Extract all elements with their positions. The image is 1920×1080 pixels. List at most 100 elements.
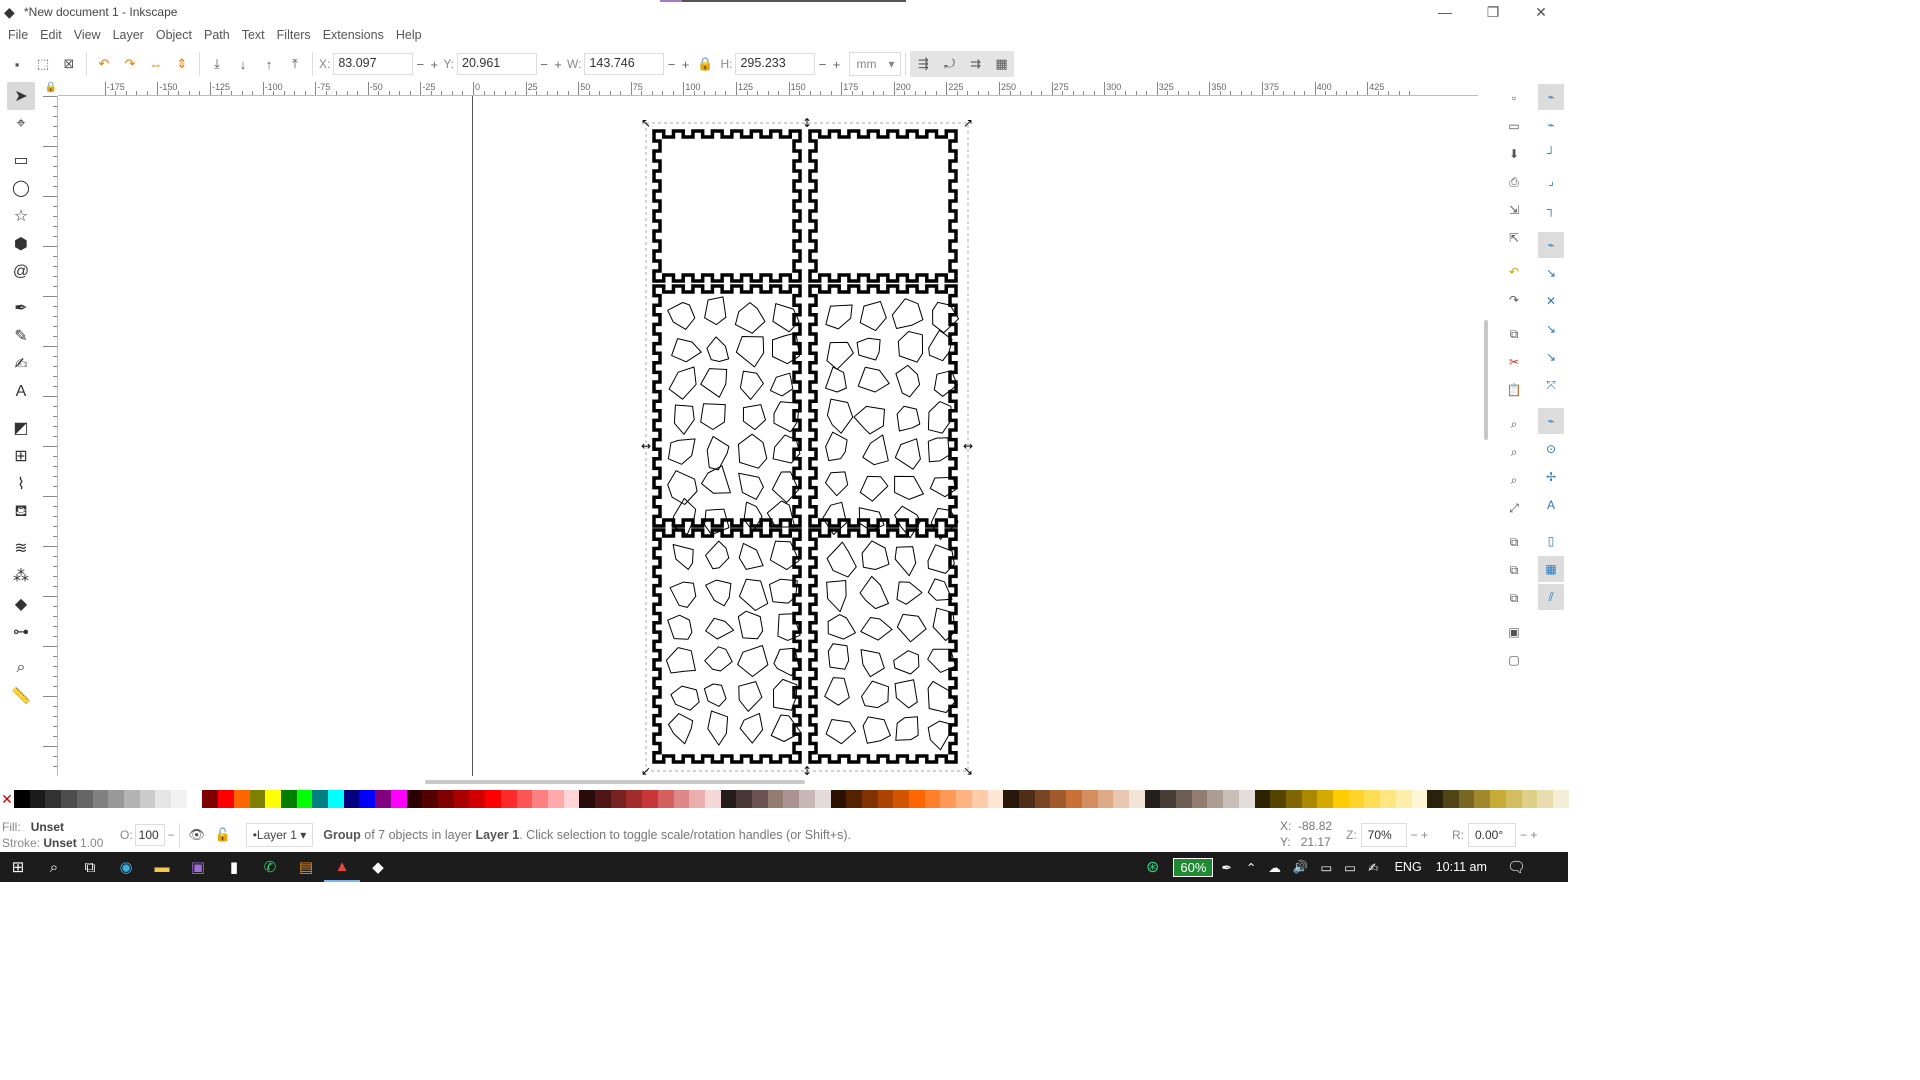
selector-tool[interactable]: ➤ bbox=[7, 82, 35, 110]
snap-nodes-icon[interactable]: ⌁ bbox=[1538, 232, 1564, 258]
color-swatch[interactable] bbox=[610, 790, 627, 808]
zoom-page-width-icon[interactable]: ⤢ bbox=[1502, 496, 1526, 520]
unlink-clone-icon[interactable]: ⧉ bbox=[1502, 586, 1526, 610]
color-swatch[interactable] bbox=[375, 790, 391, 808]
color-swatch[interactable] bbox=[563, 790, 580, 808]
color-swatch[interactable] bbox=[312, 790, 329, 808]
cutout-cell[interactable] bbox=[667, 470, 698, 505]
connector-tool[interactable]: ⊶ bbox=[7, 618, 35, 646]
snap-bbox-icon[interactable]: ⌁ bbox=[1538, 112, 1564, 138]
color-swatch[interactable] bbox=[720, 790, 737, 808]
lower-to-bottom-icon[interactable]: ⤓ bbox=[204, 51, 230, 77]
new-document-icon[interactable]: ▫ bbox=[1502, 86, 1526, 110]
color-swatch[interactable] bbox=[1333, 790, 1349, 808]
cutout-cell[interactable] bbox=[670, 685, 700, 711]
color-swatch[interactable] bbox=[987, 790, 1004, 808]
color-swatch[interactable] bbox=[689, 790, 705, 808]
group-icon[interactable]: ▣ bbox=[1502, 620, 1526, 644]
inkscape-alt-taskbar-icon[interactable]: ◆ bbox=[360, 852, 396, 882]
selected-group[interactable] bbox=[652, 129, 960, 764]
3dbox-tool[interactable]: ⬢ bbox=[7, 230, 35, 258]
clock[interactable]: 10:11 am bbox=[1436, 860, 1487, 874]
handwriting-icon[interactable]: ✍ bbox=[1368, 860, 1378, 875]
scale-handle[interactable]: ↗ bbox=[963, 116, 973, 130]
cutout-cell[interactable] bbox=[927, 401, 952, 434]
flip-horizontal-icon[interactable]: ⇔ bbox=[143, 51, 169, 77]
drawing[interactable]: ↖ ↕ ↗ ↔ ↔ ↙ ↕ ↘ bbox=[58, 96, 1480, 776]
dropper-tool[interactable]: ⌇ bbox=[7, 470, 35, 498]
color-swatch[interactable] bbox=[1019, 790, 1035, 808]
snap-toggle-icon[interactable]: ⌁ bbox=[1538, 84, 1564, 110]
snap-cusp-nodes-icon[interactable]: ↘ bbox=[1538, 316, 1564, 342]
cutout-cell[interactable] bbox=[861, 680, 889, 709]
cutout-cell[interactable] bbox=[706, 435, 730, 471]
cutout-cell[interactable] bbox=[826, 541, 857, 578]
cutout-cell[interactable] bbox=[735, 336, 765, 368]
snap-guide-icon[interactable]: ⫽ bbox=[1538, 584, 1564, 610]
cutout-cell[interactable] bbox=[707, 710, 729, 746]
color-swatch[interactable] bbox=[1050, 790, 1067, 808]
cutout-cell[interactable] bbox=[734, 302, 766, 334]
h-increment[interactable]: + bbox=[829, 57, 843, 72]
zoom-page-icon[interactable]: ⌕ bbox=[1502, 468, 1526, 492]
cut-icon[interactable]: ✂ bbox=[1502, 350, 1526, 374]
color-swatch[interactable] bbox=[422, 790, 438, 808]
pencil-tool[interactable]: ✎ bbox=[7, 322, 35, 350]
flip-vertical-icon[interactable]: ⇕ bbox=[169, 51, 195, 77]
raise-icon[interactable]: ↑ bbox=[256, 51, 282, 77]
cutout-cell[interactable] bbox=[737, 610, 764, 640]
color-swatch[interactable] bbox=[736, 790, 753, 808]
cutout-cell[interactable] bbox=[738, 681, 763, 712]
color-swatch[interactable] bbox=[61, 790, 77, 808]
cutout-cell[interactable] bbox=[673, 404, 695, 435]
move-gradients-icon[interactable]: ⇉ bbox=[962, 51, 989, 77]
zoom-input[interactable]: 70% bbox=[1360, 823, 1407, 847]
cutout-cell[interactable] bbox=[706, 336, 730, 362]
cutout-cell[interactable] bbox=[825, 719, 857, 745]
clone-icon[interactable]: ⧉ bbox=[1502, 558, 1526, 582]
color-swatch[interactable] bbox=[830, 790, 847, 808]
color-swatch[interactable] bbox=[343, 790, 360, 808]
edge-icon[interactable]: ◉ bbox=[108, 852, 144, 882]
eraser-tool[interactable]: ◆ bbox=[7, 590, 35, 618]
lock-ratio-icon[interactable]: 🔒 bbox=[692, 51, 718, 77]
cutout-cell[interactable] bbox=[738, 542, 764, 570]
color-swatch[interactable] bbox=[579, 790, 596, 808]
color-swatch[interactable] bbox=[1490, 790, 1506, 808]
layer-lock-icon[interactable]: 🔓 bbox=[210, 822, 236, 848]
cutout-cell[interactable] bbox=[667, 302, 696, 330]
cutout-cell[interactable] bbox=[825, 471, 849, 497]
cutout-cell[interactable] bbox=[704, 646, 733, 672]
color-swatch[interactable] bbox=[1238, 790, 1255, 808]
cutout-cell[interactable] bbox=[671, 338, 702, 363]
cutout-cell[interactable] bbox=[668, 366, 697, 400]
color-swatch[interactable] bbox=[1191, 790, 1208, 808]
snap-object-centers-icon[interactable]: ⊙ bbox=[1538, 436, 1564, 462]
zoom-increment[interactable]: + bbox=[1421, 828, 1428, 842]
select-all-icon[interactable]: ▪ bbox=[4, 51, 30, 77]
color-swatch[interactable] bbox=[453, 790, 470, 808]
media-app-icon[interactable]: ▣ bbox=[180, 852, 216, 882]
battery-indicator[interactable]: 60% bbox=[1173, 857, 1214, 877]
color-swatch[interactable] bbox=[14, 790, 30, 808]
snap-bbox-corner-icon[interactable]: ⌟ bbox=[1538, 168, 1564, 194]
cutout-cell[interactable] bbox=[860, 649, 885, 678]
cutout-cell[interactable] bbox=[862, 716, 891, 744]
scale-handle[interactable]: ↔ bbox=[641, 439, 651, 453]
menu-file[interactable]: File bbox=[2, 28, 34, 42]
color-swatch[interactable] bbox=[861, 790, 878, 808]
cutout-cell[interactable] bbox=[891, 298, 924, 329]
color-swatch[interactable] bbox=[1254, 790, 1271, 808]
color-swatch[interactable] bbox=[92, 790, 109, 808]
undo-icon[interactable]: ↶ bbox=[1502, 260, 1526, 284]
cutout-cell[interactable] bbox=[825, 304, 853, 330]
color-swatch[interactable] bbox=[469, 790, 486, 808]
cutout-cell[interactable] bbox=[738, 472, 764, 500]
snap-text-baseline-icon[interactable]: A bbox=[1538, 492, 1564, 518]
cutout-cell[interactable] bbox=[857, 366, 890, 393]
color-swatch[interactable] bbox=[1285, 790, 1302, 808]
color-swatch[interactable] bbox=[642, 790, 658, 808]
color-swatch[interactable] bbox=[296, 790, 313, 808]
color-swatch[interactable] bbox=[1364, 790, 1381, 808]
mesh-tool[interactable]: ⊞ bbox=[7, 442, 35, 470]
